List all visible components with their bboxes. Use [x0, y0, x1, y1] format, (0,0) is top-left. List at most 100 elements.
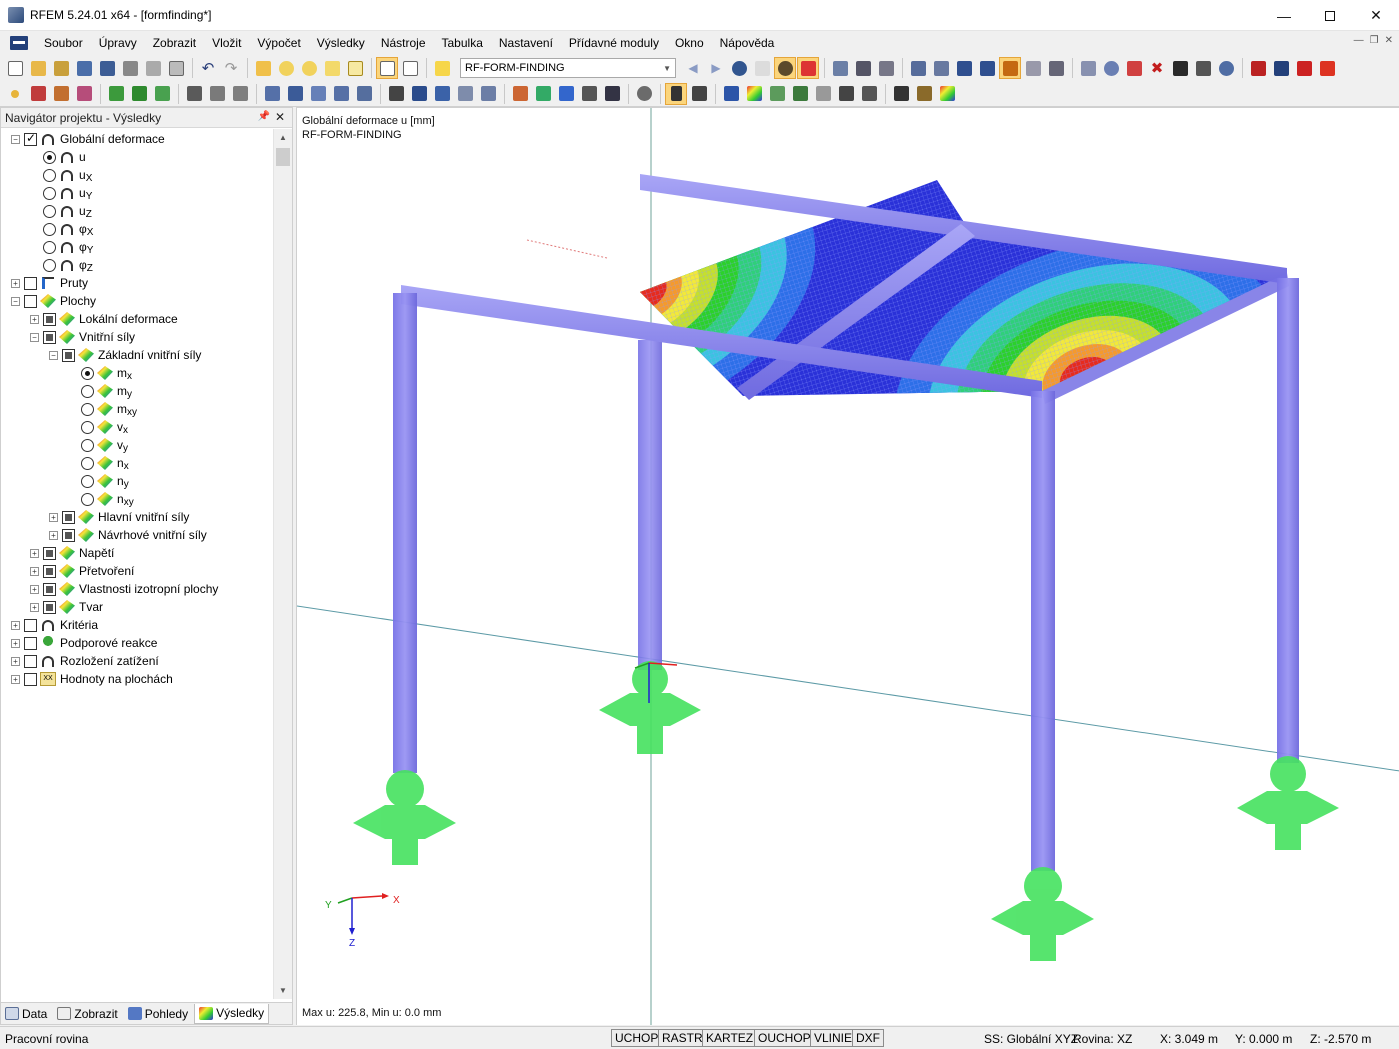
tree-item[interactable]: − Globální deformace: [11, 130, 165, 148]
tree-item[interactable]: n xy: [68, 490, 134, 508]
tree-item[interactable]: + Rozložení zatížení: [11, 652, 159, 670]
tree-checkbox[interactable]: [24, 636, 37, 650]
graphics-viewport[interactable]: X Y Z Globální deformace u [mm] RF-FORM-…: [296, 107, 1399, 1025]
tree-item[interactable]: + Tvar: [30, 598, 103, 616]
save-all-button[interactable]: [73, 57, 95, 79]
opening-button[interactable]: [307, 83, 329, 105]
tab-display[interactable]: Zobrazit: [53, 1004, 121, 1024]
tool-member-results-button[interactable]: [852, 57, 874, 79]
nodal-release-button[interactable]: [330, 83, 352, 105]
menu-options[interactable]: Nastavení: [491, 31, 561, 55]
tree-checkbox[interactable]: [24, 618, 37, 632]
set-button[interactable]: [353, 83, 375, 105]
export-pdf-button[interactable]: [1316, 57, 1338, 79]
collapse-icon[interactable]: −: [49, 350, 58, 360]
support-front-left[interactable]: [353, 770, 456, 865]
tree-radio[interactable]: [43, 258, 56, 272]
report-button[interactable]: [890, 83, 912, 105]
solid-button[interactable]: [284, 83, 306, 105]
select-line-button[interactable]: [1100, 57, 1122, 79]
loadcase-icon-button[interactable]: [431, 57, 453, 79]
mdi-minimize-icon[interactable]: —: [1354, 35, 1364, 46]
support-front-right[interactable]: [991, 867, 1094, 961]
section-button[interactable]: [261, 83, 283, 105]
render-button[interactable]: [633, 83, 655, 105]
tool-sections-button[interactable]: [875, 57, 897, 79]
menu-edit[interactable]: Úpravy: [91, 31, 145, 55]
column-front-right[interactable]: [1031, 391, 1055, 871]
tree-item[interactable]: + Lokální deformace: [30, 310, 178, 328]
tree-checkbox[interactable]: [43, 312, 56, 326]
find-button[interactable]: [298, 57, 320, 79]
open-block-button[interactable]: [50, 57, 72, 79]
tree-item[interactable]: vy: [68, 436, 128, 454]
tree-item[interactable]: uX: [30, 166, 92, 184]
column-front-left[interactable]: [393, 293, 417, 773]
tree-item[interactable]: − Základní vnitřní síly: [49, 346, 201, 364]
save-button[interactable]: [96, 57, 118, 79]
tree-checkbox[interactable]: [24, 276, 37, 290]
column-back[interactable]: [638, 340, 662, 670]
tree-radio[interactable]: [43, 150, 56, 164]
section-cut-button[interactable]: [812, 83, 834, 105]
grid-layout-button[interactable]: [858, 83, 880, 105]
mesh-wire-button[interactable]: [1022, 57, 1044, 79]
support-back[interactable]: [599, 661, 701, 754]
export-3-button[interactable]: [1293, 57, 1315, 79]
minimize-button[interactable]: —: [1261, 0, 1307, 31]
move-button[interactable]: [953, 57, 975, 79]
settings-button[interactable]: [1215, 57, 1237, 79]
cut-button[interactable]: [1169, 57, 1191, 79]
table-toggle-button[interactable]: [399, 57, 421, 79]
show-results-button[interactable]: [774, 57, 796, 79]
edit-button[interactable]: [252, 57, 274, 79]
tree-checkbox[interactable]: [62, 528, 75, 542]
tree-item[interactable]: + Vlastnosti izotropní plochy: [30, 580, 218, 598]
zoom-window-button[interactable]: [321, 57, 343, 79]
tree-radio[interactable]: [81, 402, 94, 416]
expand-icon[interactable]: +: [11, 620, 20, 630]
loadcase-select[interactable]: RF-FORM-FINDING ▼: [460, 58, 676, 78]
model-3d-view[interactable]: X Y Z: [297, 108, 1399, 1025]
new-button[interactable]: [4, 57, 26, 79]
tree-checkbox[interactable]: [24, 654, 37, 668]
mdi-restore-icon[interactable]: ❐: [1370, 35, 1379, 46]
tree-item[interactable]: φY: [30, 238, 93, 256]
menu-calculate[interactable]: Výpočet: [249, 31, 308, 55]
tree-item[interactable]: − Vnitřní síly: [30, 328, 135, 346]
tree-radio[interactable]: [81, 456, 94, 470]
tree-item[interactable]: + Pruty: [11, 274, 88, 292]
tree-item[interactable]: + Napětí: [30, 544, 114, 562]
menu-file[interactable]: Soubor: [36, 31, 91, 55]
tree-checkbox[interactable]: [24, 131, 37, 146]
toggle-snap[interactable]: UCHOP: [611, 1029, 663, 1047]
tree-radio[interactable]: [43, 222, 56, 236]
tree-checkbox[interactable]: [24, 672, 37, 686]
select-node-button[interactable]: [1077, 57, 1099, 79]
printout-report-button[interactable]: [165, 57, 187, 79]
tab-views[interactable]: Pohledy: [124, 1004, 192, 1024]
tree-checkbox[interactable]: [62, 348, 75, 362]
tree-radio[interactable]: [43, 204, 56, 218]
tree-checkbox[interactable]: [62, 510, 75, 524]
tools-button[interactable]: [913, 83, 935, 105]
toggle-dxf[interactable]: DXF: [852, 1029, 884, 1047]
next-loadcase-button[interactable]: ▶: [705, 57, 727, 79]
tab-data[interactable]: Data: [1, 1004, 51, 1024]
toggle-object-snap[interactable]: OUCHOP: [754, 1029, 815, 1047]
support-back-right[interactable]: [1237, 756, 1339, 850]
collapse-icon[interactable]: −: [30, 332, 39, 342]
tree-checkbox[interactable]: [43, 546, 56, 560]
animation-button[interactable]: [688, 83, 710, 105]
surface-load-button[interactable]: [229, 83, 251, 105]
pan-button[interactable]: [999, 57, 1021, 79]
tree-checkbox[interactable]: [43, 582, 56, 596]
tree-item[interactable]: m xy: [68, 400, 137, 418]
tree-item[interactable]: nx: [68, 454, 129, 472]
view-iso-button[interactable]: [578, 83, 600, 105]
expand-icon[interactable]: +: [11, 638, 20, 648]
new-polyline-button[interactable]: [73, 83, 95, 105]
show-xxx-button[interactable]: [797, 57, 819, 79]
menu-addon-modules[interactable]: Přídavné moduly: [561, 31, 667, 55]
results-on-off-button[interactable]: [728, 57, 750, 79]
